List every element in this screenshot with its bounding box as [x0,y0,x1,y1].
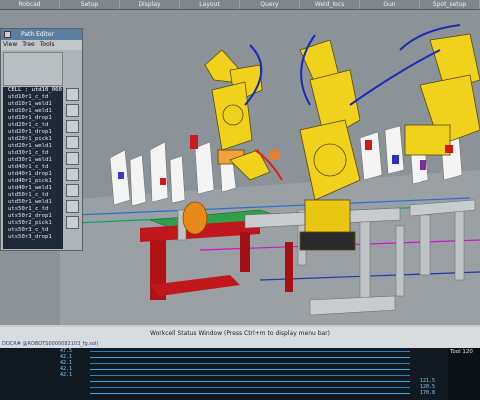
path-tree-item[interactable]: utd50r1_c_td [3,192,63,199]
status-trace-line [90,393,410,394]
menu-weld-locs[interactable]: Weld_locs [300,0,360,9]
path-tree-item[interactable]: utd10r1_weld1 [3,108,63,115]
orange-turntable [182,201,208,235]
tool-button-2[interactable] [66,104,79,117]
path-tree-item[interactable]: CELL : utd10_060 [3,87,63,94]
path-editor-header-area [3,52,63,86]
path-tree-item[interactable]: uts50r2_pick1 [3,220,63,227]
status-trace-line [90,369,410,370]
menu-layout[interactable]: Layout [180,0,240,9]
menu-spot-setup[interactable]: Spot_setup [420,0,480,9]
menu-setup[interactable]: Setup [60,0,120,9]
status-trace-line [90,363,410,364]
status-right-panel: Tool 120 [448,348,480,400]
path-tree-item[interactable]: utd30r1_c_td [3,150,63,157]
path-tree-item[interactable]: utd50r1_weld1 [3,199,63,206]
tool-button-1[interactable] [66,88,79,101]
path-tree-item[interactable]: utd20r1_weld1 [3,143,63,150]
status-window-subtitle: DOCR# @ROBOTS0000082103_fg.sol) [0,340,480,348]
robot-left [204,49,271,181]
tool-button-5[interactable] [66,152,79,165]
path-editor-menu-tree[interactable]: Tree [22,40,35,50]
menu-display[interactable]: Display [120,0,180,9]
path-tree-item[interactable]: uts50r3_c_td [3,227,63,234]
path-tree-item[interactable]: utd40r1_weld1 [3,185,63,192]
3d-viewport[interactable]: Path Editor View Tree Tools CELL : utd10… [0,10,480,325]
status-trace-line [90,387,410,388]
path-editor-panel: Path Editor View Tree Tools CELL : utd10… [0,28,83,251]
path-tree-item[interactable]: uts50r1_c_td [3,206,63,213]
path-tree-item[interactable]: utd20r1_pick1 [3,136,63,143]
path-tree-item[interactable]: utd40r1_drop1 [3,171,63,178]
path-tree-item[interactable]: utd10r1_weld1 [3,101,63,108]
path-tree-item[interactable]: utd10r1_drop1 [3,115,63,122]
path-editor-toolbar [65,87,81,249]
status-trace-area: 47.5 42.1 42.1 42.1 42.1 121.5 120.5 170.8 [0,348,480,400]
status-value: 170.8 [420,390,436,396]
path-tree-item[interactable]: utd20r1_c_td [3,122,63,129]
path-editor-menu-view[interactable]: View [3,40,17,50]
path-tree-list[interactable]: CELL : utd10_060 utd10r1_c_td utd10r1_weld… [3,87,63,249]
tool-button-4[interactable] [66,136,79,149]
path-editor-menu-tools[interactable]: Tools [40,40,55,50]
status-window-title: Workcell Status Window (Press Ctrl+m to … [0,327,480,340]
tool-readout: Tool 120 [450,349,473,355]
status-trace-line [90,381,410,382]
path-editor-title: Path Editor [21,31,54,38]
tool-button-8[interactable] [66,200,79,213]
path-tree-item[interactable]: uts50r2_drop1 [3,213,63,220]
status-trace-line [90,375,410,376]
tool-button-7[interactable] [66,184,79,197]
tool-button-6[interactable] [66,168,79,181]
path-editor-titlebar[interactable]: Path Editor [1,29,82,40]
menu-gun[interactable]: Gun [360,0,420,9]
status-trace-line [90,351,410,352]
tool-button-3[interactable] [66,120,79,133]
path-tree-item[interactable]: utd40r1_pick1 [3,178,63,185]
status-trace-line [90,357,410,358]
menu-query[interactable]: Query [240,0,300,9]
tool-button-9[interactable] [66,216,79,229]
status-trace-row: 170.8 [0,390,435,396]
robot-right [404,33,480,156]
menu-robcad[interactable]: Robcad [0,0,60,9]
top-menu-bar: Robcad Setup Display Layout Query Weld_l… [0,0,480,10]
path-editor-menu: View Tree Tools [1,40,82,50]
workcell-status-window: Workcell Status Window (Press Ctrl+m to … [0,325,480,400]
path-tree-item[interactable]: uts50r3_drop1 [3,234,63,241]
path-tree-item[interactable]: utd20r1_drop1 [3,129,63,136]
path-tree-item[interactable]: utd30r1_weld1 [3,157,63,164]
path-tree-item[interactable]: utd10r1_c_td [3,94,63,101]
close-icon[interactable] [4,31,11,38]
path-tree-item[interactable]: utd40r1_c_td [3,164,63,171]
